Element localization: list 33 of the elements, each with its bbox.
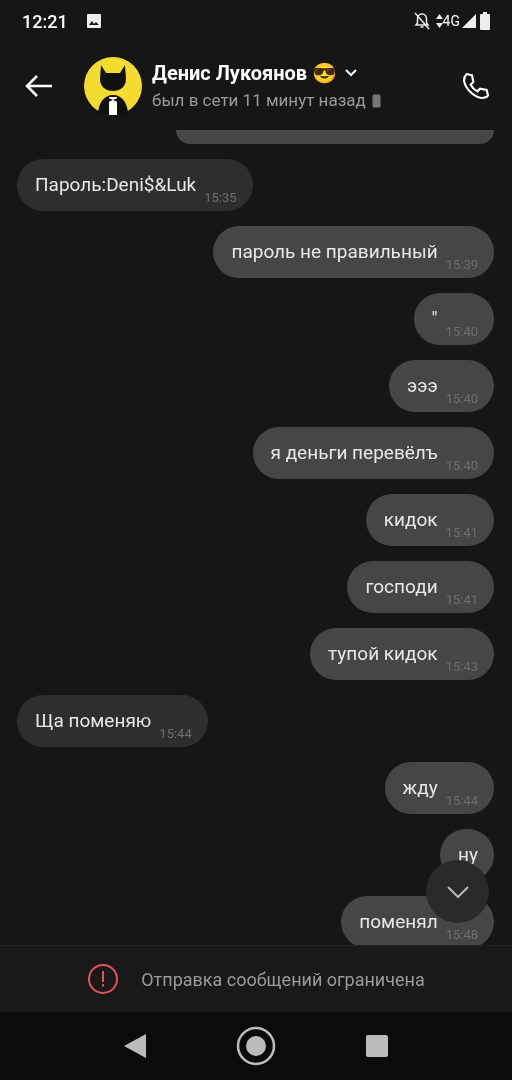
network-label: 4G <box>442 11 460 31</box>
chevron-down-icon <box>446 885 469 898</box>
chevron-down-icon[interactable] <box>345 69 358 78</box>
message-text: жду <box>402 774 438 801</box>
message-text: я деньги перевёлъ <box>270 439 438 466</box>
message-text: эээ <box>406 372 438 399</box>
back-icon[interactable] <box>24 74 54 98</box>
avatar[interactable] <box>84 57 142 115</box>
message-text: пароль не правильный <box>231 238 438 265</box>
message-time: 15:44 <box>159 724 192 743</box>
call-icon[interactable] <box>460 70 492 102</box>
nav-back-icon[interactable] <box>124 1034 146 1058</box>
message-text: тупой кидок <box>328 640 438 667</box>
warning-icon <box>87 963 120 995</box>
phone-device-icon <box>371 94 381 108</box>
nav-home-icon[interactable] <box>236 1026 276 1066</box>
image-icon <box>85 13 102 29</box>
muted-bell-icon <box>413 12 430 30</box>
message-text: " <box>431 305 438 332</box>
last-seen-text: был в сети 11 минут назад <box>152 89 366 113</box>
message-text: господи <box>365 573 438 600</box>
message-text: кидок <box>383 506 438 533</box>
message-text: поменял <box>359 908 438 935</box>
contact-name: Денис Лукоянов 😎 <box>152 60 338 88</box>
restriction-text: Отправка сообщений ограничена <box>141 967 425 992</box>
message-text: Пароль:Deni$&Luk <box>35 171 197 198</box>
message-text: Ща поменяю <box>35 707 152 734</box>
battery-icon <box>480 12 490 30</box>
message-text: ну <box>458 841 478 868</box>
data-arrows-icon <box>435 14 443 28</box>
signal-icon <box>462 14 476 28</box>
status-time: 12:21 <box>22 9 68 34</box>
message-time: 15:35 <box>204 188 237 207</box>
